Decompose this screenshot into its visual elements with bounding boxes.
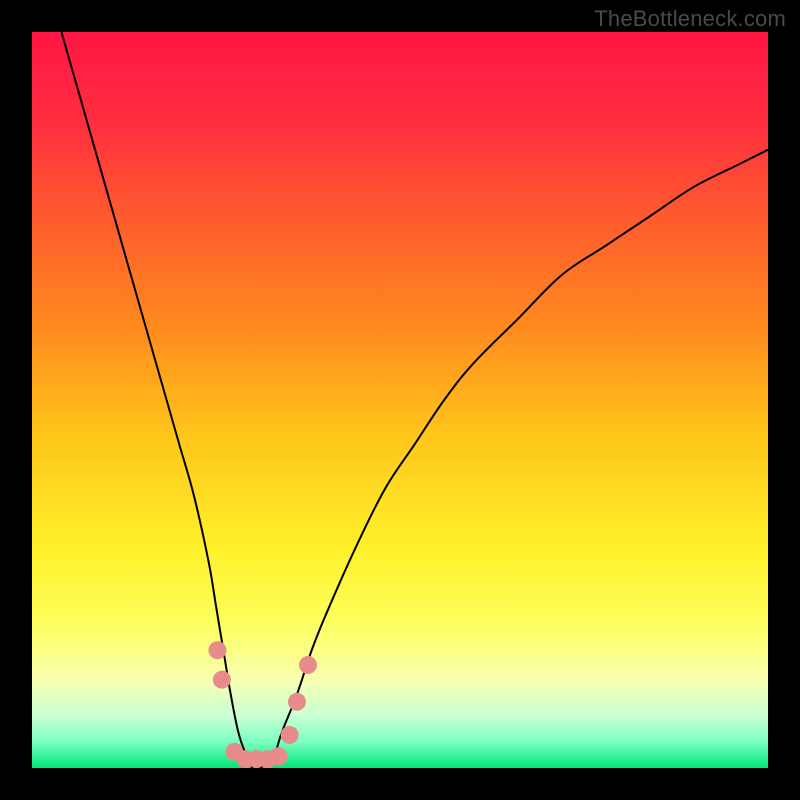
valley-marker: [288, 693, 306, 711]
bottleneck-chart: [32, 32, 768, 768]
valley-marker: [270, 747, 288, 765]
gradient-background: [32, 32, 768, 768]
plot-area: [32, 32, 768, 768]
valley-marker: [299, 656, 317, 674]
chart-frame: TheBottleneck.com: [0, 0, 800, 800]
valley-marker: [213, 671, 231, 689]
watermark-text: TheBottleneck.com: [594, 6, 786, 32]
valley-marker: [208, 641, 226, 659]
valley-marker: [281, 726, 299, 744]
